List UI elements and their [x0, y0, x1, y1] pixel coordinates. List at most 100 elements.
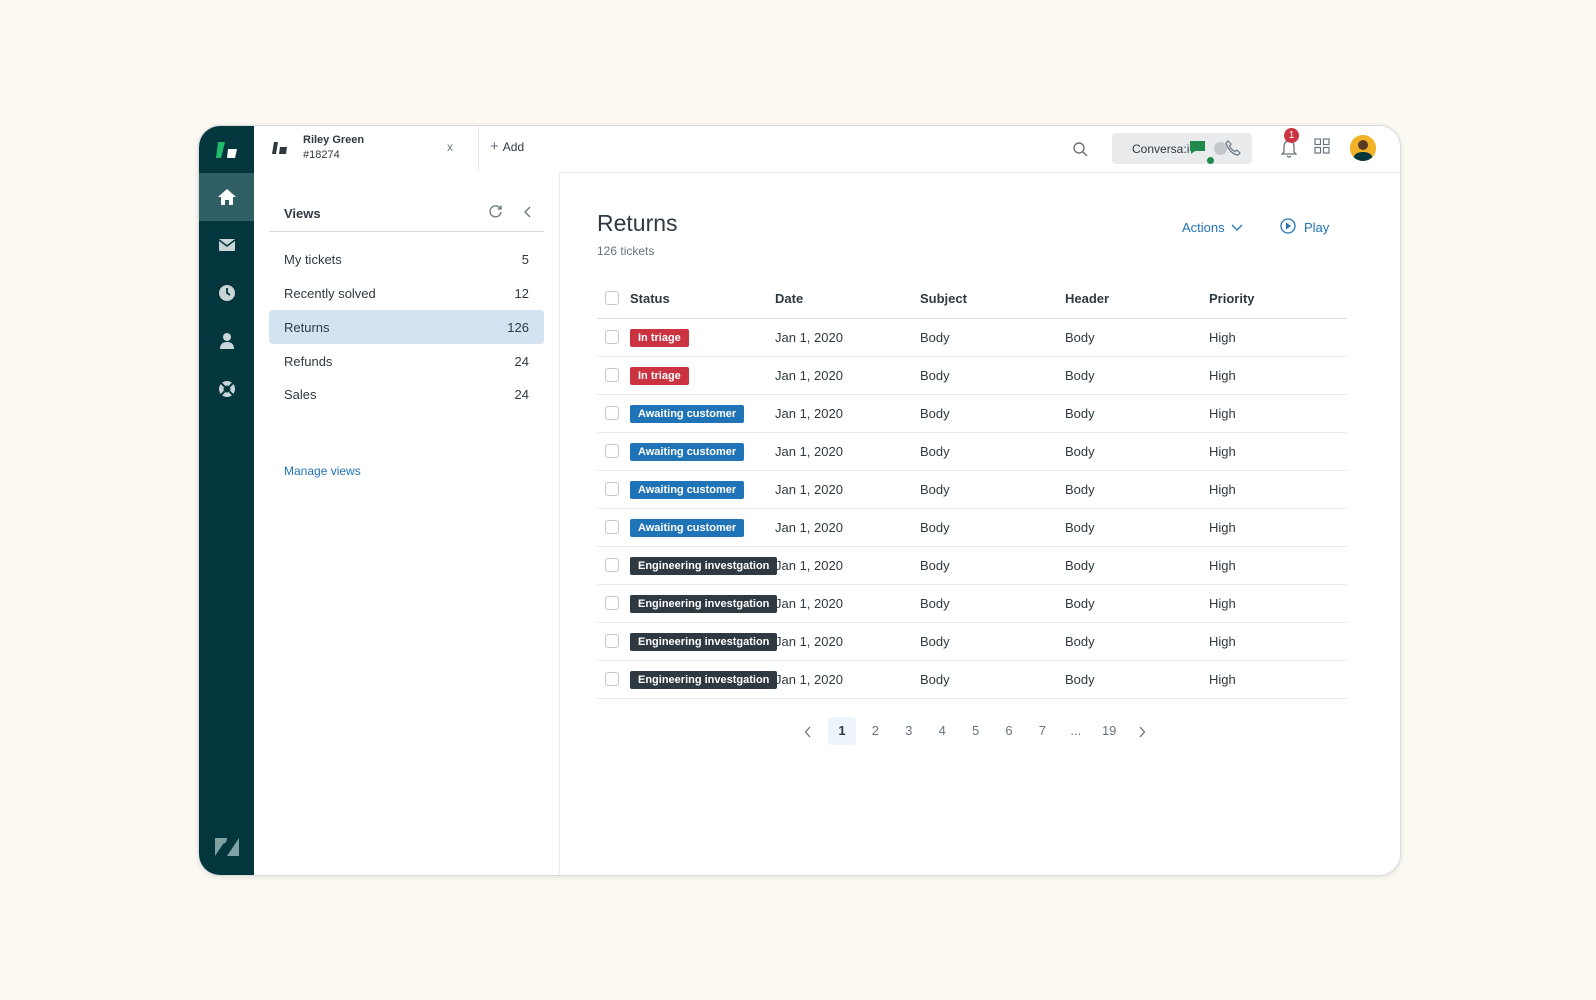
views-header: Views — [269, 199, 544, 232]
ticket-tab-title: Riley Green — [303, 134, 365, 146]
cell-date: Jan 1, 2020 — [775, 330, 843, 345]
row-checkbox[interactable] — [605, 634, 619, 648]
chat-icon — [1189, 140, 1206, 160]
page-button[interactable]: 7 — [1028, 717, 1056, 745]
view-item-label: Refunds — [284, 354, 333, 369]
row-checkbox[interactable] — [605, 368, 619, 382]
row-checkbox[interactable] — [605, 330, 619, 344]
table-row[interactable]: Engineering investgation Jan 1, 2020 Body B… — [597, 623, 1347, 661]
close-tab-button[interactable]: x — [447, 140, 453, 154]
table-row[interactable]: Engineering investgation Jan 1, 2020 Body B… — [597, 585, 1347, 623]
status-badge: In triage — [630, 329, 689, 347]
view-item-returns[interactable]: Returns 126 — [269, 310, 544, 344]
table-row[interactable]: Engineering investgation Jan 1, 2020 Body B… — [597, 547, 1347, 585]
search-icon[interactable] — [1068, 137, 1092, 161]
page-button[interactable]: 5 — [962, 717, 990, 745]
cell-header: Body — [1065, 406, 1095, 421]
table-row[interactable]: Awaiting customer Jan 1, 2020 Body Body High — [597, 471, 1347, 509]
add-tab-label: Add — [502, 140, 525, 154]
cell-priority: High — [1209, 596, 1236, 611]
user-avatar[interactable] — [1350, 135, 1376, 161]
view-item-my-tickets[interactable]: My tickets 5 — [269, 242, 544, 276]
cell-date: Jan 1, 2020 — [775, 558, 843, 573]
notification-count-badge: 1 — [1284, 128, 1299, 143]
views-title: Views — [284, 206, 321, 221]
row-checkbox[interactable] — [605, 520, 619, 534]
column-header-status[interactable]: Status — [630, 291, 670, 306]
play-icon — [1280, 218, 1296, 237]
clock-icon[interactable] — [199, 269, 254, 317]
home-icon[interactable] — [199, 173, 254, 221]
column-header-priority[interactable]: Priority — [1209, 291, 1255, 306]
add-tab-button[interactable]: + Add — [490, 139, 525, 154]
page-button[interactable]: 1 — [828, 717, 856, 745]
view-item-label: My tickets — [284, 252, 342, 267]
page-button[interactable]: 6 — [995, 717, 1023, 745]
next-page-chevron-icon[interactable] — [1128, 717, 1156, 745]
cell-date: Jan 1, 2020 — [775, 520, 843, 535]
view-item-count: 12 — [514, 286, 529, 301]
row-checkbox[interactable] — [605, 558, 619, 572]
play-button[interactable]: Play — [1280, 218, 1329, 237]
status-badge: Awaiting customer — [630, 443, 745, 461]
cell-priority: High — [1209, 634, 1236, 649]
cell-subject: Body — [920, 444, 950, 459]
page-button[interactable]: 4 — [928, 717, 956, 745]
status-badge: Awaiting customer — [630, 405, 745, 423]
ticket-tab-icon — [272, 141, 288, 159]
cell-priority: High — [1209, 482, 1236, 497]
view-item-label: Sales — [284, 387, 317, 402]
page-button[interactable]: 19 — [1095, 717, 1123, 745]
view-item-refunds[interactable]: Refunds 24 — [269, 344, 544, 378]
view-item-count: 5 — [521, 252, 529, 267]
user-icon[interactable] — [199, 317, 254, 365]
cell-subject: Body — [920, 634, 950, 649]
tickets-table: Status Date Subject Header Priority In t… — [597, 278, 1347, 699]
cell-date: Jan 1, 2020 — [775, 444, 843, 459]
cell-date: Jan 1, 2020 — [775, 672, 843, 687]
ticket-count: 126 tickets — [597, 244, 655, 258]
table-row[interactable]: Awaiting customer Jan 1, 2020 Body Body High — [597, 395, 1347, 433]
view-item-count: 24 — [514, 354, 529, 369]
cell-subject: Body — [920, 596, 950, 611]
conversations-toggle[interactable]: Conversa:i — [1112, 133, 1252, 164]
mail-icon[interactable] — [199, 221, 254, 269]
page-button[interactable]: 3 — [895, 717, 923, 745]
cell-header: Body — [1065, 482, 1095, 497]
cell-priority: High — [1209, 444, 1236, 459]
cell-subject: Body — [920, 368, 950, 383]
table-row[interactable]: Engineering investgation Jan 1, 2020 Body B… — [597, 661, 1347, 699]
app-logo-icon[interactable] — [199, 126, 254, 173]
previous-page-chevron-icon[interactable] — [794, 717, 822, 745]
support-icon[interactable] — [199, 365, 254, 413]
ticket-tab[interactable]: Riley Green #18274 x — [254, 126, 479, 172]
select-all-checkbox[interactable] — [605, 291, 619, 305]
row-checkbox[interactable] — [605, 406, 619, 420]
refresh-icon[interactable] — [488, 204, 503, 224]
table-row[interactable]: Awaiting customer Jan 1, 2020 Body Body High — [597, 433, 1347, 471]
cell-date: Jan 1, 2020 — [775, 634, 843, 649]
column-header-subject[interactable]: Subject — [920, 291, 967, 306]
cell-priority: High — [1209, 368, 1236, 383]
page-button[interactable]: 2 — [861, 717, 889, 745]
cell-header: Body — [1065, 672, 1095, 687]
table-row[interactable]: In triage Jan 1, 2020 Body Body High — [597, 357, 1347, 395]
actions-dropdown[interactable]: Actions — [1182, 220, 1243, 235]
row-checkbox[interactable] — [605, 482, 619, 496]
apps-grid-icon[interactable] — [1314, 138, 1330, 159]
table-row[interactable]: Awaiting customer Jan 1, 2020 Body Body High — [597, 509, 1347, 547]
status-badge: In triage — [630, 367, 689, 385]
row-checkbox[interactable] — [605, 444, 619, 458]
row-checkbox[interactable] — [605, 672, 619, 686]
chevron-down-icon — [1231, 220, 1243, 235]
cell-subject: Body — [920, 558, 950, 573]
ticket-tab-id: #18274 — [303, 149, 340, 161]
row-checkbox[interactable] — [605, 596, 619, 610]
column-header-header[interactable]: Header — [1065, 291, 1109, 306]
column-header-date[interactable]: Date — [775, 291, 803, 306]
collapse-chevron-left-icon[interactable] — [523, 205, 533, 223]
view-item-recently-solved[interactable]: Recently solved 12 — [269, 276, 544, 310]
manage-views-link[interactable]: Manage views — [284, 464, 361, 478]
table-row[interactable]: In triage Jan 1, 2020 Body Body High — [597, 319, 1347, 357]
view-item-sales[interactable]: Sales 24 — [269, 377, 544, 411]
